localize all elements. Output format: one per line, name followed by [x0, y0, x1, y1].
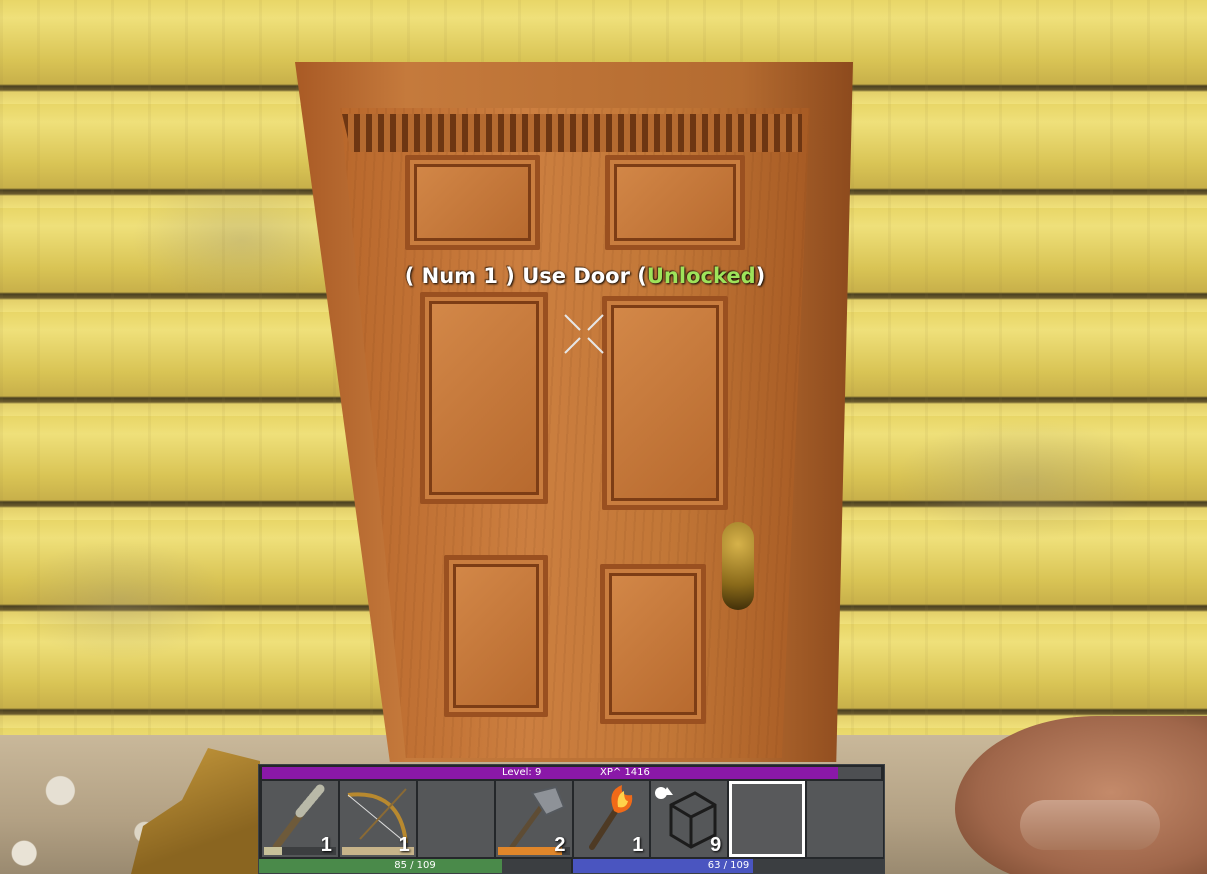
slot-4-count: 2 — [554, 834, 566, 856]
door-panel-mid-left — [420, 292, 548, 504]
toolbelt-slots: 1 1 2 1 9 — [262, 781, 884, 857]
slot-1-count: 1 — [320, 834, 332, 856]
prompt-action-text: ( Num 1 ) Use Door ( — [404, 264, 647, 288]
door-panel-bottom-left — [444, 555, 548, 717]
interaction-prompt: ( Num 1 ) Use Door (Unlocked) — [380, 264, 790, 288]
door-lock-status: Unlocked — [646, 264, 756, 288]
xp-bar: Level: 9 XP^ 1416 — [262, 767, 881, 779]
slot-5-count: 1 — [632, 834, 644, 856]
toolbelt-slot-6[interactable]: 9 — [651, 781, 728, 857]
door-top-trim — [342, 114, 802, 152]
door-panel-top-right — [605, 155, 745, 250]
toolbelt-slot-8[interactable] — [807, 781, 884, 857]
prompt-suffix: ) — [755, 264, 766, 288]
toolbelt-slot-1[interactable]: 1 — [262, 781, 338, 857]
xp-label: XP^ 1416 — [600, 767, 650, 778]
toolbelt-hud: Level: 9 XP^ 1416 1 1 2 1 9 85 / 109 63 … — [258, 764, 885, 874]
toolbelt-slot-7-selected[interactable] — [729, 781, 806, 857]
slot-4-durability — [497, 847, 563, 855]
slot-1-durability — [264, 847, 282, 855]
toolbelt-slot-3[interactable] — [417, 781, 494, 857]
health-label: 85 / 109 — [394, 860, 436, 871]
game-viewport: ( Num 1 ) Use Door (Unlocked) Level: 9 X… — [0, 0, 1207, 874]
toolbelt-slot-5[interactable]: 1 — [573, 781, 650, 857]
door-handle[interactable] — [722, 522, 754, 610]
crosshair-icon — [564, 314, 604, 354]
door-panel-bottom-right — [600, 564, 706, 724]
door-panel-mid-right — [602, 296, 728, 510]
slot-2-count: 1 — [398, 834, 410, 856]
stamina-label: 63 / 109 — [707, 860, 750, 871]
slot-6-count: 9 — [710, 834, 722, 856]
player-finger — [1020, 800, 1160, 850]
door-panel-top-left — [405, 155, 540, 250]
toolbelt-slot-2[interactable]: 1 — [339, 781, 416, 857]
stamina-bar: 63 / 109 — [573, 859, 884, 873]
level-label: Level: 9 — [502, 767, 542, 778]
toolbelt-slot-4[interactable]: 2 — [495, 781, 572, 857]
health-bar: 85 / 109 — [259, 859, 571, 873]
